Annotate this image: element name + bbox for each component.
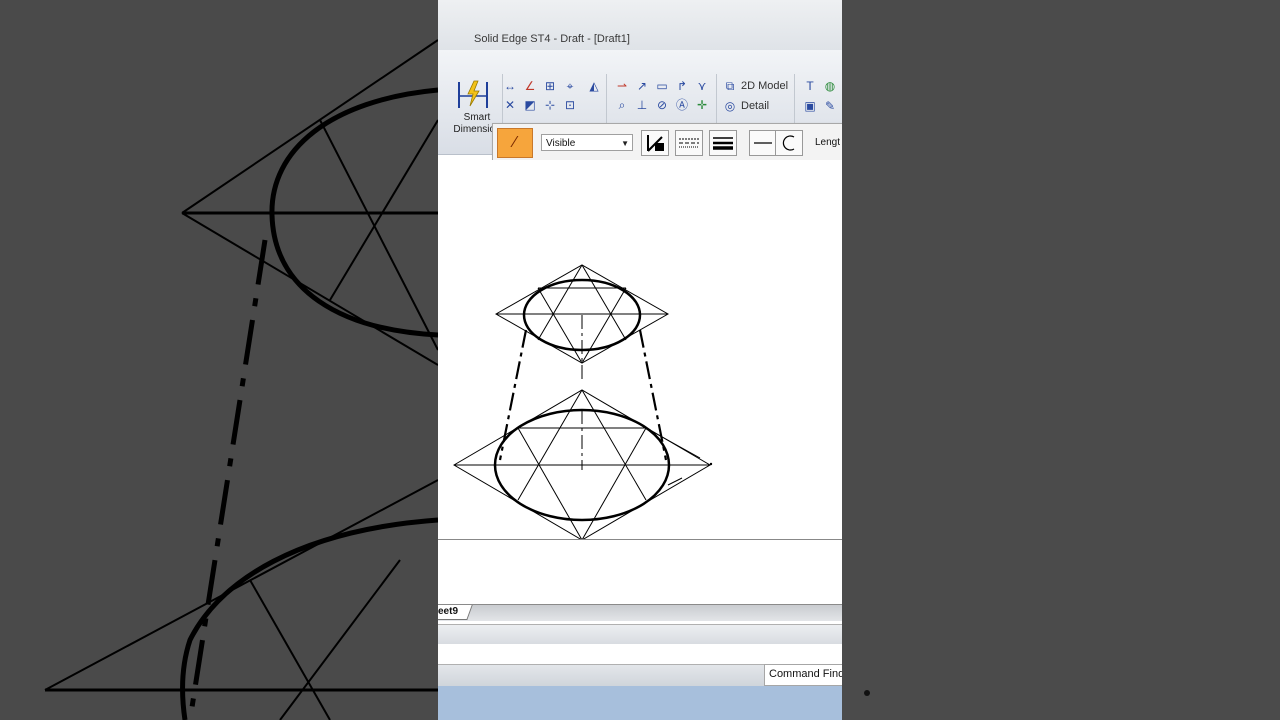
length-label: Lengt bbox=[815, 137, 841, 148]
arc-end-button[interactable] bbox=[775, 130, 803, 156]
center-mark-icon[interactable]: ✛ bbox=[694, 97, 710, 113]
text-icon[interactable]: T bbox=[802, 78, 818, 94]
globe-icon[interactable]: ◍ bbox=[822, 78, 838, 94]
line-style-icon[interactable]: ⁄ bbox=[497, 128, 533, 158]
2d-model-icon[interactable]: ⧉ bbox=[722, 78, 738, 94]
isometric-cone-drawing bbox=[453, 264, 713, 541]
window-title: Solid Edge ST4 - Draft - [Draft1] bbox=[474, 33, 630, 45]
zoomed-drawing-left bbox=[44, 39, 438, 720]
symmetric-diameter-icon[interactable]: ⌖ bbox=[562, 78, 578, 94]
background-zoom-left bbox=[0, 0, 438, 720]
command-finder-input[interactable]: Command Find bbox=[764, 664, 842, 686]
sheet-tab-label[interactable]: eet9 bbox=[438, 606, 458, 617]
status-area bbox=[438, 644, 842, 664]
sheet-tab-bar: eet9 bbox=[438, 604, 842, 621]
distance-between-icon[interactable]: ↔ bbox=[502, 78, 518, 94]
drawing-sheet[interactable] bbox=[438, 160, 842, 541]
title-bar: Solid Edge ST4 - Draft - [Draft1] bbox=[438, 0, 842, 50]
line-end-icon bbox=[754, 142, 772, 144]
zoom-icon[interactable]: ⌕ bbox=[614, 97, 630, 113]
cursor-dot bbox=[864, 690, 870, 696]
angle-between-icon[interactable]: ∠ bbox=[522, 78, 538, 94]
dimension-style-icon[interactable]: ◭ bbox=[586, 78, 602, 94]
arc-end-icon bbox=[782, 135, 795, 151]
line-width-icon bbox=[713, 137, 733, 150]
line-type-select[interactable]: Visible ▼ bbox=[541, 134, 633, 151]
line-properties-toolbar: ⁄ Visible ▼ Lengt bbox=[492, 123, 842, 161]
retrieve-dimensions-icon[interactable]: ⊡ bbox=[562, 97, 578, 113]
dimension-axis-icon[interactable]: ✕ bbox=[502, 97, 518, 113]
leader-icon[interactable]: ↗ bbox=[634, 78, 650, 94]
smart-dimension-icon bbox=[458, 80, 488, 108]
sheet-border bbox=[438, 539, 842, 540]
line-width-button[interactable] bbox=[709, 130, 737, 156]
command-finder-label: Command Find bbox=[769, 668, 842, 680]
2d-model-label[interactable]: 2D Model bbox=[741, 80, 788, 92]
background-right bbox=[842, 0, 1280, 720]
chevron-down-icon: ▼ bbox=[621, 139, 629, 148]
chamfer-dimension-icon[interactable]: ◩ bbox=[522, 97, 538, 113]
line-type-value: Visible bbox=[546, 138, 576, 149]
line-end-button[interactable] bbox=[749, 130, 777, 156]
detail-icon[interactable]: ◎ bbox=[722, 98, 738, 114]
line-color-button[interactable] bbox=[641, 130, 669, 156]
dash-pattern-icon bbox=[679, 138, 699, 148]
detail-label[interactable]: Detail bbox=[741, 100, 769, 112]
weld-symbol-icon[interactable]: ⋎ bbox=[694, 78, 710, 94]
line-color-icon bbox=[647, 135, 664, 152]
taskbar bbox=[438, 686, 842, 720]
image-icon[interactable]: ▣ bbox=[802, 98, 818, 114]
text-box-icon[interactable]: Ⓐ bbox=[674, 97, 690, 113]
prompt-bar bbox=[438, 624, 842, 645]
solid-edge-window: Solid Edge ST4 - Draft - [Draft1] Smart … bbox=[438, 0, 842, 720]
hyperlink-icon[interactable]: ✎ bbox=[822, 98, 838, 114]
coordinate-dimension-icon[interactable]: ⊞ bbox=[542, 78, 558, 94]
connector-icon[interactable]: ↱ bbox=[674, 78, 690, 94]
callout-icon[interactable]: ⇀ bbox=[614, 78, 630, 94]
dash-pattern-button[interactable] bbox=[675, 130, 703, 156]
surface-texture-icon[interactable]: ⊘ bbox=[654, 97, 670, 113]
datum-frame-icon[interactable]: ⊥ bbox=[634, 97, 650, 113]
angular-coordinate-icon[interactable]: ⊹ bbox=[542, 97, 558, 113]
feature-control-frame-icon[interactable]: ▭ bbox=[654, 78, 670, 94]
